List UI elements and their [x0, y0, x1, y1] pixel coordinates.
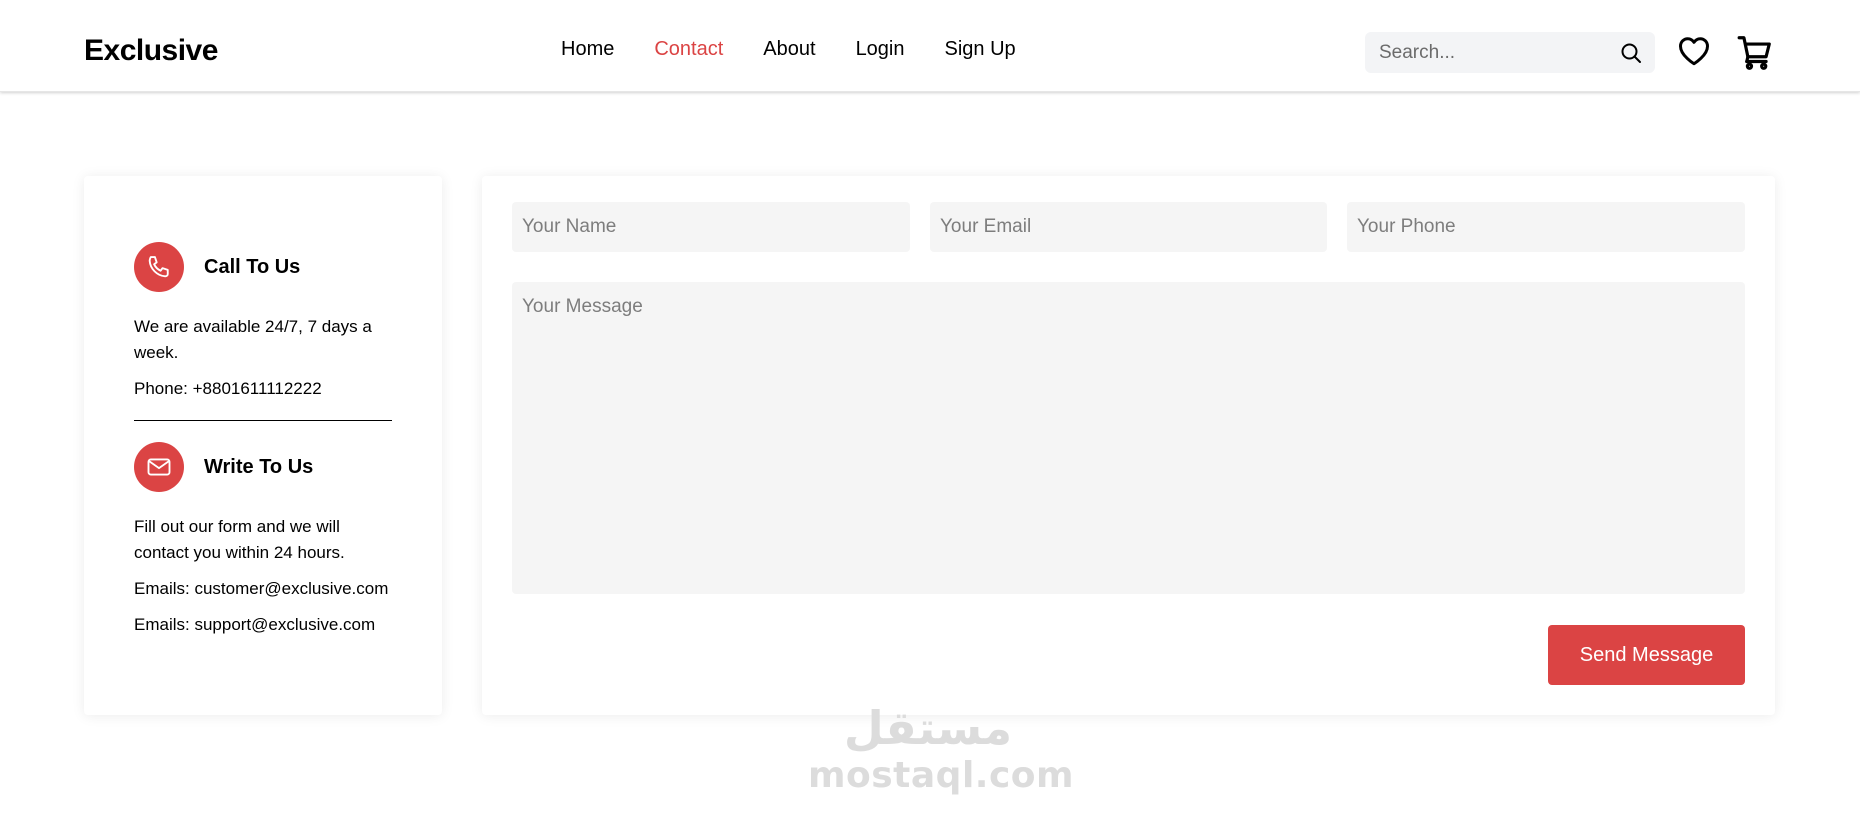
watermark-arabic: مستقل [843, 701, 1013, 755]
email-field[interactable] [930, 202, 1327, 252]
write-email-support: Emails: support@exclusive.com [134, 615, 376, 634]
contact-info-card: Call To Us We are available 24/7, 7 days… [84, 176, 442, 715]
call-title: Call To Us [204, 255, 301, 278]
nav-about[interactable]: About [763, 38, 815, 61]
call-section: Call To Us We are available 24/7, 7 days… [134, 242, 394, 402]
heart-icon[interactable] [1676, 33, 1712, 69]
call-header: Call To Us [134, 242, 394, 292]
search-box [1365, 32, 1655, 73]
mail-icon-circle [134, 442, 184, 492]
write-header: Write To Us [134, 442, 394, 492]
phone-icon-circle [134, 242, 184, 292]
mail-icon [147, 458, 171, 476]
phone-icon [148, 256, 169, 278]
contact-form-card: Send Message [482, 176, 1775, 715]
nav-login[interactable]: Login [856, 38, 905, 61]
nav-home[interactable]: Home [561, 38, 614, 61]
info-divider [134, 420, 392, 421]
write-email-customer: Emails: customer@exclusive.com [134, 579, 389, 598]
site-logo[interactable]: Exclusive [84, 34, 218, 68]
call-phone: Phone: +8801611112222 [134, 379, 322, 398]
message-field[interactable] [512, 282, 1745, 594]
call-description: We are available 24/7, 7 days a week. [134, 317, 372, 362]
nav-contact[interactable]: Contact [654, 38, 723, 61]
send-message-button[interactable]: Send Message [1548, 625, 1745, 685]
nav-sign-up[interactable]: Sign Up [945, 38, 1016, 61]
main-nav: Home Contact About Login Sign Up [561, 38, 1016, 61]
write-title: Write To Us [204, 455, 314, 478]
watermark-latin: mostaql.com [808, 755, 1075, 796]
watermark: مستقل mostaql.com [808, 700, 1075, 796]
name-field[interactable] [512, 202, 910, 252]
cart-icon[interactable] [1736, 33, 1774, 71]
write-section: Write To Us Fill out our form and we wil… [134, 442, 394, 638]
write-description: Fill out our form and we will contact yo… [134, 517, 345, 562]
site-header: Exclusive Home Contact About Login Sign … [0, 0, 1860, 92]
search-icon[interactable] [1619, 41, 1643, 65]
search-input[interactable] [1379, 32, 1609, 73]
phone-field[interactable] [1347, 202, 1745, 252]
